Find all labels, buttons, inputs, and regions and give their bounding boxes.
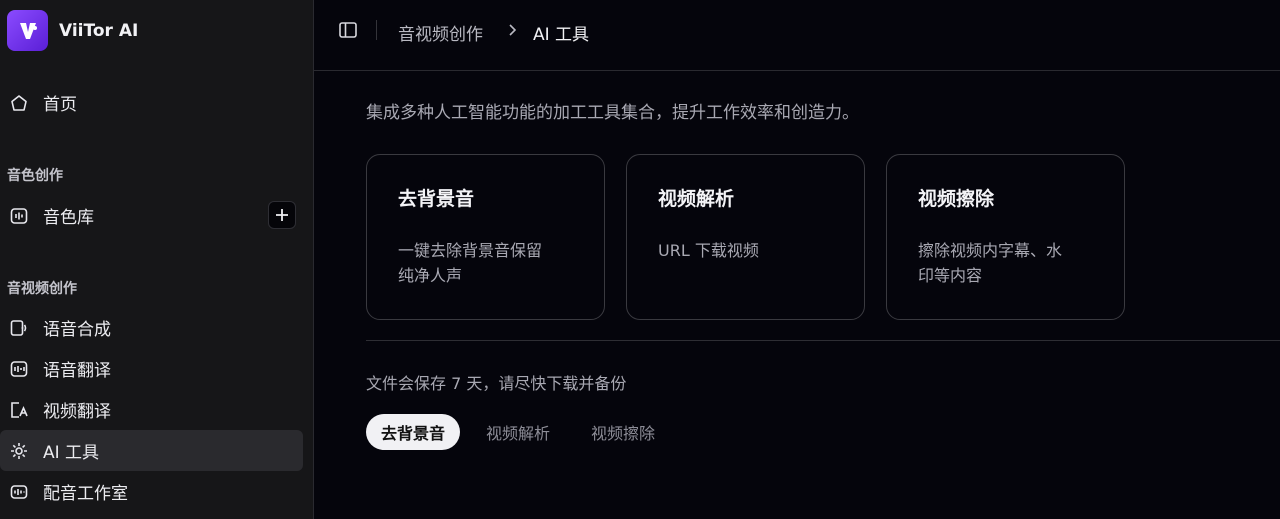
card-desc-line: URL 下载视频	[658, 241, 759, 260]
tab-video-parse[interactable]: 视频解析	[471, 414, 565, 450]
sidebar-item-voice-library[interactable]: 音色库	[0, 195, 255, 236]
breadcrumb-parent[interactable]: 音视频创作	[398, 20, 483, 45]
chevron-right-icon	[509, 24, 517, 36]
video-translation-icon	[9, 400, 29, 420]
sidebar-item-video-translation[interactable]: 视频翻译	[0, 389, 303, 430]
card-desc-line: 一键去除背景音保留	[398, 241, 543, 260]
sidebar-item-label: 视频翻译	[43, 402, 111, 422]
card-desc-line: 纯净人声	[398, 266, 463, 285]
main-content: 音视频创作 AI 工具 集成多种人工智能功能的加工工具集合，提升工作效率和创造力…	[314, 0, 1280, 519]
card-description: URL 下载视频	[658, 238, 833, 263]
add-voice-button[interactable]	[268, 201, 296, 229]
history-tabs: 去背景音 视频解析 视频擦除	[366, 414, 681, 450]
sidebar-item-dubbing-studio[interactable]: 配音工作室	[0, 471, 303, 512]
card-description: 擦除视频内字幕、水 印等内容	[918, 238, 1093, 288]
divider	[366, 340, 1280, 341]
speech-translation-icon	[9, 359, 29, 379]
sidebar-item-label: 语音翻译	[43, 361, 111, 381]
speech-synthesis-icon	[9, 318, 29, 338]
section-label-av: 音视频创作	[7, 281, 77, 297]
sidebar-item-home[interactable]: 首页	[0, 82, 303, 123]
card-desc-line: 印等内容	[918, 266, 983, 285]
page-description: 集成多种人工智能功能的加工工具集合，提升工作效率和创造力。	[366, 103, 859, 123]
plus-icon	[276, 209, 288, 221]
viitor-logo-icon	[7, 10, 48, 51]
sidebar-item-label: 音色库	[43, 208, 94, 228]
app-root: ViiTor AI 首页 音色创作 音色库 音视频创作 语音合成 语音翻译 视频…	[0, 0, 1280, 519]
section-label-voice: 音色创作	[7, 168, 63, 184]
brand-name: ViiTor AI	[59, 20, 139, 41]
divider	[376, 20, 377, 40]
voice-library-icon	[9, 206, 29, 226]
tab-remove-bg-audio[interactable]: 去背景音	[366, 414, 461, 450]
sidebar-item-ai-tools[interactable]: AI 工具	[0, 430, 303, 471]
sidebar-item-speech-synthesis[interactable]: 语音合成	[0, 307, 303, 348]
dubbing-studio-icon	[9, 482, 29, 502]
sidebar-toggle-icon	[339, 22, 357, 38]
tool-card-video-parse[interactable]: 视频解析 URL 下载视频	[626, 154, 865, 320]
toggle-sidebar-button[interactable]	[338, 20, 358, 40]
sidebar-item-speech-translation[interactable]: 语音翻译	[0, 348, 303, 389]
home-icon	[9, 93, 29, 113]
retention-notice: 文件会保存 7 天，请尽快下载并备份	[366, 374, 627, 393]
tool-card-remove-bg-audio[interactable]: 去背景音 一键去除背景音保留 纯净人声	[366, 154, 605, 320]
brand[interactable]: ViiTor AI	[7, 10, 138, 51]
sidebar-item-label: 配音工作室	[43, 484, 128, 504]
sidebar: ViiTor AI 首页 音色创作 音色库 音视频创作 语音合成 语音翻译 视频…	[0, 0, 314, 519]
sidebar-item-label: 语音合成	[43, 320, 111, 340]
breadcrumb-current: AI 工具	[533, 25, 590, 45]
tab-video-erase[interactable]: 视频擦除	[576, 414, 670, 450]
card-title: 视频擦除	[918, 188, 995, 210]
sidebar-item-label: AI 工具	[43, 443, 100, 463]
tool-card-video-erase[interactable]: 视频擦除 擦除视频内字幕、水 印等内容	[886, 154, 1125, 320]
topbar: 音视频创作 AI 工具	[314, 0, 1280, 71]
card-title: 去背景音	[398, 188, 475, 210]
card-description: 一键去除背景音保留 纯净人声	[398, 238, 573, 288]
card-desc-line: 擦除视频内字幕、水	[918, 241, 1063, 260]
sidebar-item-label: 首页	[43, 95, 77, 115]
card-title: 视频解析	[658, 188, 735, 210]
ai-tools-icon	[9, 441, 29, 461]
